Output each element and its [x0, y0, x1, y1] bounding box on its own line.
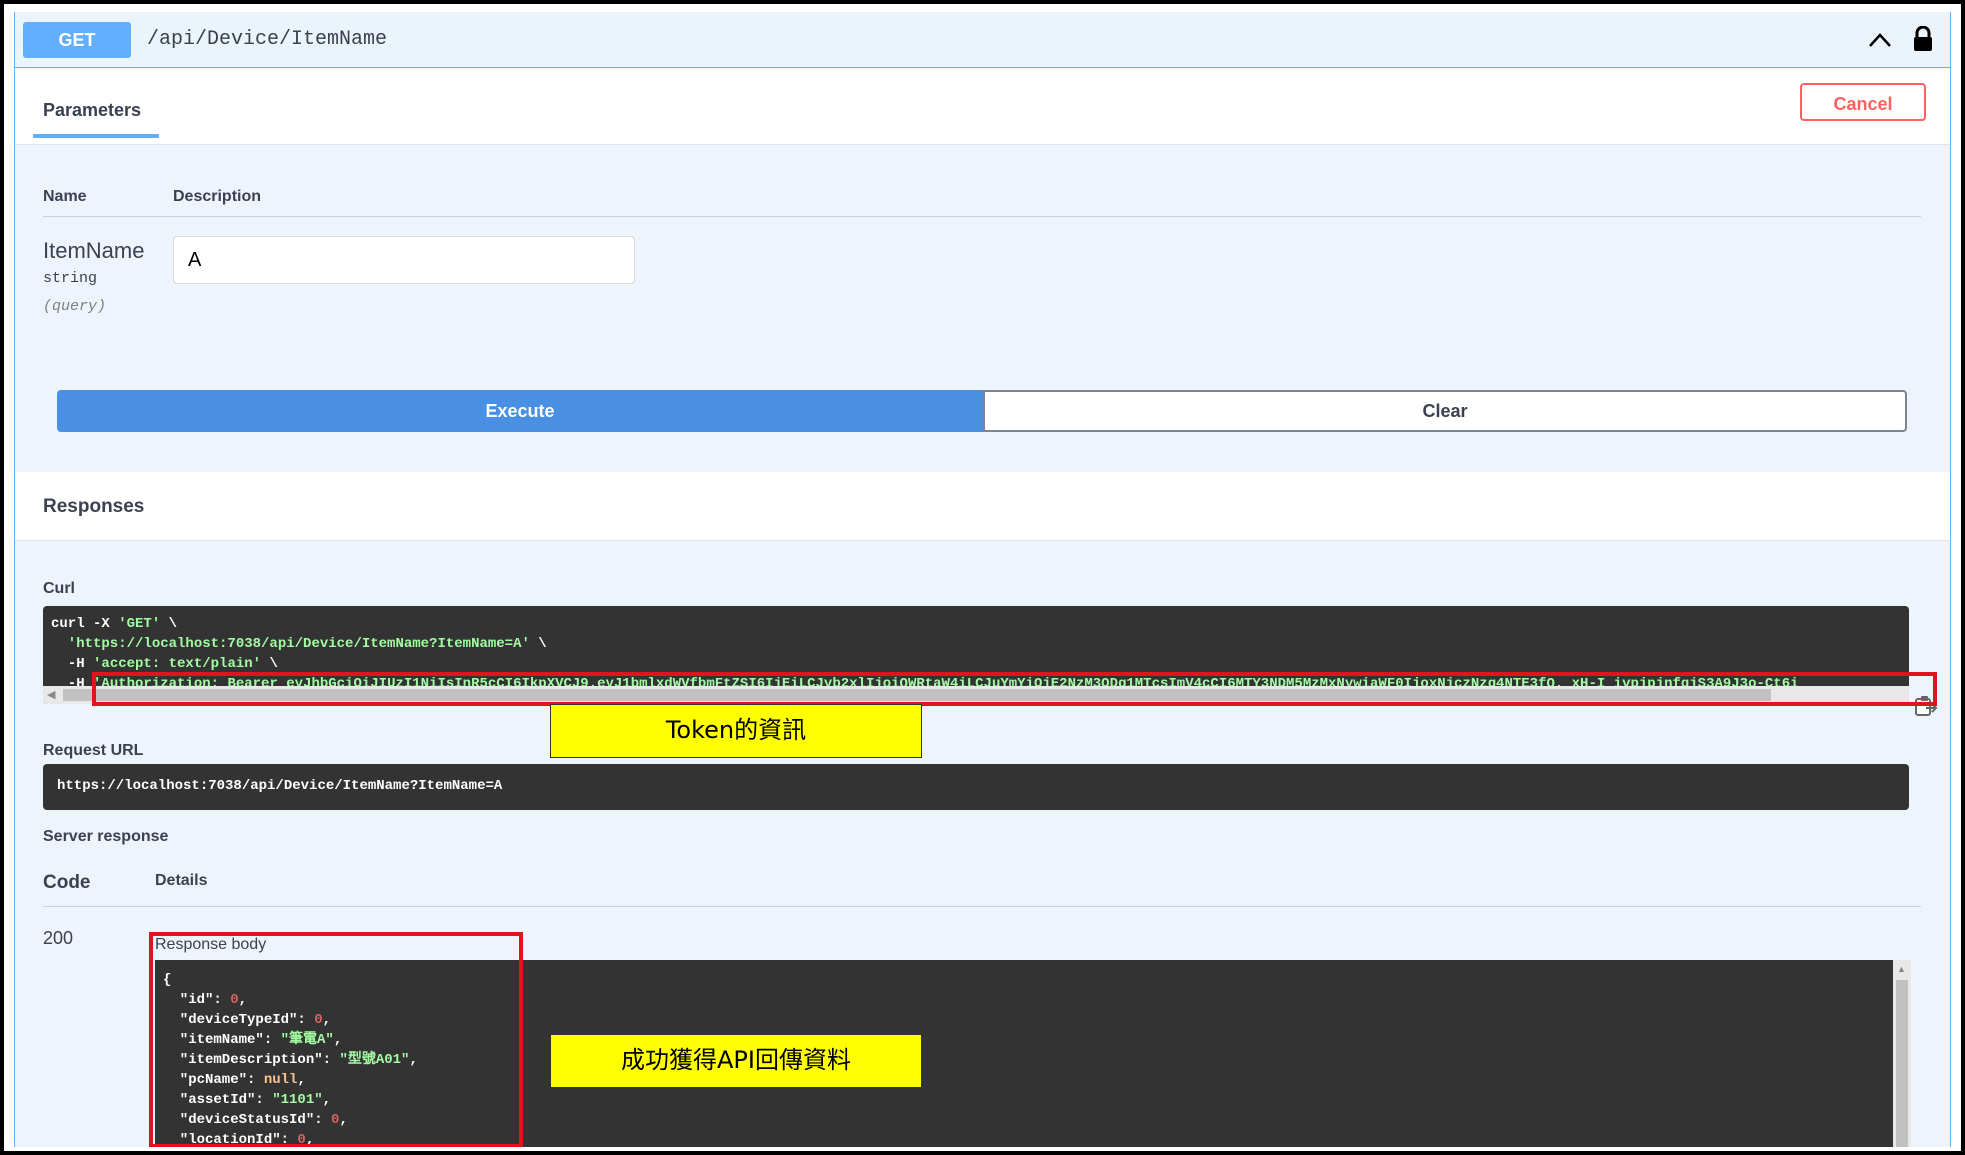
column-header-name: Name [43, 188, 87, 205]
token-highlight-box [92, 672, 1937, 706]
responses-title: Responses [43, 496, 145, 517]
token-annotation-label: Token的資訊 [550, 704, 922, 758]
divider [43, 906, 1921, 907]
param-location: (query) [43, 298, 107, 315]
param-type: string [43, 270, 98, 287]
server-response-label: Server response [43, 828, 169, 845]
cancel-button[interactable]: Cancel [1800, 83, 1926, 121]
code-column-header: Code [43, 872, 91, 893]
request-url-label: Request URL [43, 742, 144, 759]
itemname-input[interactable]: A [173, 236, 635, 284]
request-url: https://localhost:7038/api/Device/ItemNa… [57, 778, 503, 794]
operation-block: GET /api/Device/ItemName Parameters Canc… [14, 12, 1951, 1147]
tab-parameters[interactable]: Parameters [43, 100, 141, 121]
execute-button[interactable]: Execute [57, 390, 983, 432]
endpoint-path: /api/Device/ItemName [147, 28, 388, 51]
success-annotation-label: 成功獲得API回傳資料 [550, 1034, 922, 1088]
vertical-scrollbar[interactable]: ▲ [1893, 960, 1911, 1147]
http-method-badge: GET [23, 22, 131, 58]
curl-label: Curl [43, 580, 75, 597]
response-highlight-box [149, 932, 523, 1147]
responses-header: Responses [15, 472, 1950, 541]
clear-button[interactable]: Clear [983, 390, 1907, 432]
column-header-description: Description [173, 188, 262, 205]
param-name: ItemName [43, 238, 145, 263]
request-url-block[interactable]: https://localhost:7038/api/Device/ItemNa… [43, 764, 1909, 810]
parameters-tab-bar: Parameters Cancel [15, 68, 1950, 145]
screenshot-frame: GET /api/Device/ItemName Parameters Canc… [0, 0, 1965, 1155]
lock-icon[interactable] [1912, 26, 1934, 52]
status-code: 200 [43, 928, 74, 948]
scroll-up-icon[interactable]: ▲ [1897, 964, 1906, 974]
operation-header[interactable]: GET /api/Device/ItemName [15, 12, 1950, 68]
chevron-up-icon[interactable] [1868, 30, 1892, 50]
details-column-header: Details [155, 872, 208, 889]
divider [43, 216, 1921, 217]
tab-active-indicator [33, 134, 159, 138]
scrollbar-thumb[interactable] [1896, 980, 1908, 1147]
scroll-left-icon[interactable]: ◀ [47, 688, 55, 701]
